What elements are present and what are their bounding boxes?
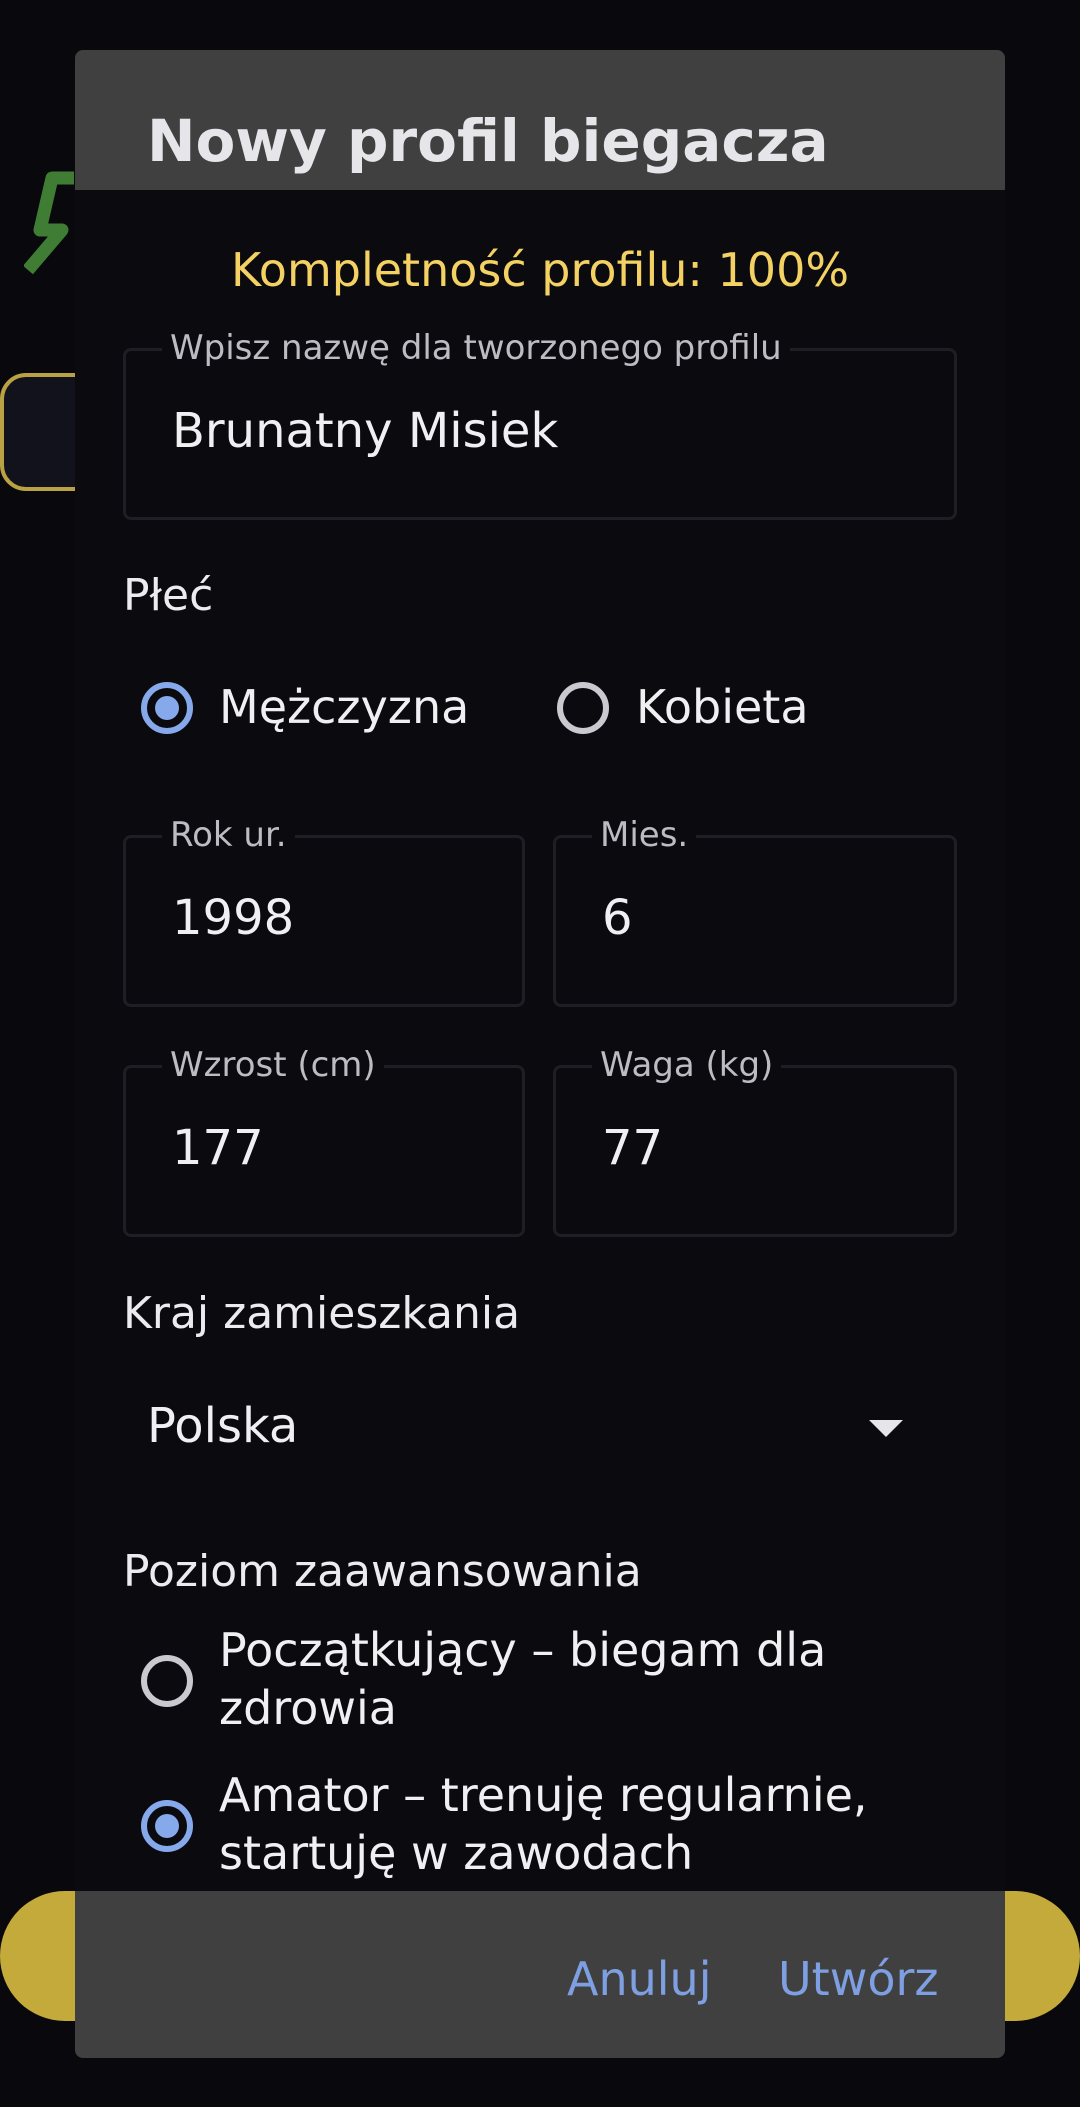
height-value: 177 (172, 1120, 264, 1176)
cancel-button[interactable]: Anuluj (567, 1956, 712, 2002)
birth-year-field[interactable]: Rok ur. 1998 (123, 812, 525, 1007)
dialog-footer: Anuluj Utwórz (75, 1891, 1005, 2058)
dialog-header: Nowy profil biegacza (75, 50, 1005, 190)
country-label: Kraj zamieszkania (123, 1288, 521, 1339)
gender-female-label[interactable]: Kobieta (636, 679, 809, 737)
height-label: Wzrost (cm) (162, 1042, 384, 1090)
create-button[interactable]: Utwórz (778, 1956, 939, 2002)
screen: Nowy profil biegacza Kompletność profilu… (0, 0, 1080, 2107)
profile-completeness: Kompletność profilu: 100% (230, 243, 850, 297)
birth-year-value: 1998 (172, 890, 295, 946)
level-beginner-radio[interactable] (141, 1655, 193, 1707)
profile-name-value: Brunatny Misiek (172, 403, 559, 459)
gender-female-radio[interactable] (557, 682, 609, 734)
birth-month-label: Mies. (592, 812, 697, 860)
profile-name-label: Wpisz nazwę dla tworzonego profilu (162, 325, 790, 373)
birth-month-field[interactable]: Mies. 6 (553, 812, 957, 1007)
dialog-title: Nowy profil biegacza (147, 107, 829, 175)
level-amateur-radio[interactable] (141, 1800, 193, 1852)
profile-name-field[interactable]: Wpisz nazwę dla tworzonego profilu Bruna… (123, 325, 957, 520)
level-label: Poziom zaawansowania (123, 1546, 642, 1597)
weight-value: 77 (602, 1120, 664, 1176)
birth-month-value: 6 (602, 890, 633, 946)
gender-male-radio[interactable] (141, 682, 193, 734)
gender-male-label[interactable]: Mężczyzna (219, 679, 469, 737)
birth-year-label: Rok ur. (162, 812, 295, 860)
level-beginner-label[interactable]: Początkujący – biegam dla zdrowia (219, 1622, 859, 1737)
gender-label: Płeć (123, 570, 214, 621)
weight-field[interactable]: Waga (kg) 77 (553, 1042, 957, 1237)
level-amateur-label[interactable]: Amator – trenuję regularnie, startuję w … (219, 1767, 899, 1882)
dropdown-arrow-icon (869, 1420, 903, 1437)
weight-label: Waga (kg) (592, 1042, 782, 1090)
country-selected-value: Polska (147, 1398, 299, 1454)
new-profile-dialog: Nowy profil biegacza Kompletność profilu… (75, 50, 1005, 2058)
height-field[interactable]: Wzrost (cm) 177 (123, 1042, 525, 1237)
